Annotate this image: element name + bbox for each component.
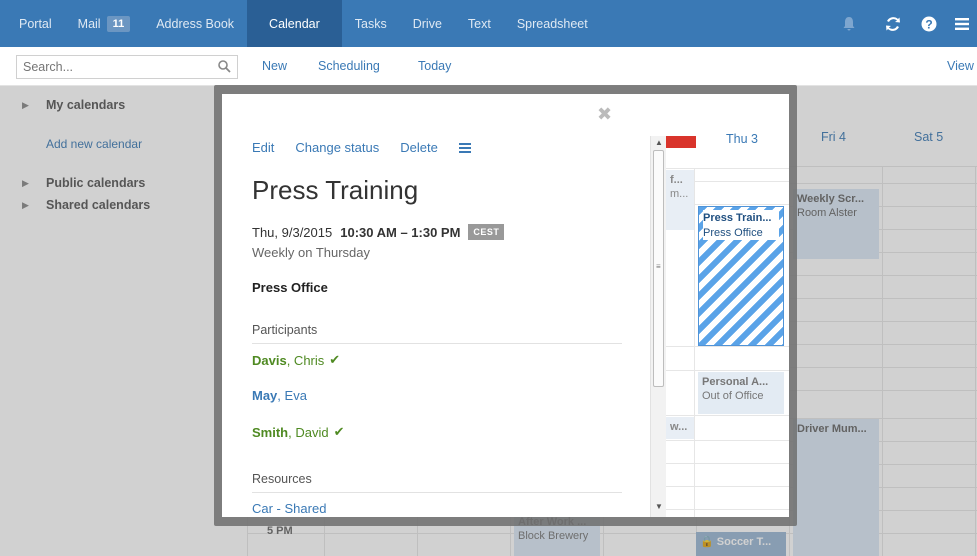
change-status-button[interactable]: Change status: [295, 140, 379, 155]
scroll-up-icon[interactable]: ▲: [655, 138, 663, 147]
participant-first-name: , Eva: [277, 388, 307, 403]
participant-last-name: Smith: [252, 424, 289, 440]
nav-spreadsheet[interactable]: Spreadsheet: [504, 0, 601, 47]
event-datetime: Thu, 9/3/2015 10:30 AM – 1:30 PM CEST: [252, 224, 505, 240]
view-button[interactable]: View: [947, 59, 974, 73]
nav-drive[interactable]: Drive: [400, 0, 455, 47]
event-title: Personal A...: [702, 376, 769, 388]
bell-icon[interactable]: [823, 0, 875, 47]
event-popup-frame: Thu 3 f... m... w... Press Train... Pres…: [214, 85, 797, 526]
top-right-icons: ?: [823, 0, 977, 47]
help-icon[interactable]: ?: [911, 0, 947, 47]
nav-text[interactable]: Text: [455, 0, 504, 47]
nav-mail[interactable]: Mail 11: [65, 0, 144, 47]
search-input[interactable]: [17, 56, 207, 78]
resource-link[interactable]: Car - Shared: [252, 501, 326, 516]
scheduling-button[interactable]: Scheduling: [318, 59, 380, 73]
nav-spreadsheet-label: Spreadsheet: [516, 16, 588, 31]
grid-divider: [694, 168, 695, 517]
grid-divider: [666, 509, 789, 510]
event-popup-inner: Thu 3 f... m... w... Press Train... Pres…: [222, 94, 789, 517]
grid-divider: [666, 370, 789, 371]
visible-calendar-strip: Thu 3 f... m... w... Press Train... Pres…: [666, 94, 789, 517]
nav-drive-label: Drive: [412, 16, 442, 31]
svg-text:?: ?: [925, 17, 932, 31]
participant-last-name: May: [252, 388, 278, 403]
selected-calendar-event[interactable]: Press Train... Press Office: [698, 206, 784, 346]
grid-divider: [666, 168, 789, 169]
event-subtitle: Out of Office: [702, 390, 764, 402]
event-time: 10:30 AM – 1:30 PM: [340, 224, 461, 240]
event-date: Thu, 9/3/2015: [252, 224, 333, 240]
mail-unread-badge: 11: [106, 15, 131, 32]
event-location: Press Office: [252, 280, 328, 295]
grid-divider: [666, 440, 789, 441]
participant[interactable]: Smith, David ✔: [252, 424, 345, 440]
menu-icon[interactable]: [947, 0, 977, 47]
timezone-badge: CEST: [468, 224, 505, 240]
grid-divider: [666, 346, 789, 347]
nav-portal-label: Portal: [19, 16, 52, 31]
participant-first-name: , David: [288, 424, 329, 440]
top-navigation-bar: Portal Mail 11 Address Book Calendar Task…: [0, 0, 977, 47]
participants-heading: Participants: [252, 323, 622, 344]
nav-calendar[interactable]: Calendar: [247, 0, 342, 47]
close-icon[interactable]: ✖: [597, 104, 612, 125]
event-subtitle: Press Office: [703, 226, 779, 240]
today-button[interactable]: Today: [418, 59, 451, 73]
calendar-event[interactable]: w...: [666, 417, 694, 439]
resources-heading: Resources: [252, 472, 622, 493]
nav-address-book[interactable]: Address Book: [143, 0, 247, 47]
participant[interactable]: Davis, Chris ✔: [252, 352, 340, 368]
nav-tasks[interactable]: Tasks: [342, 0, 400, 47]
popup-actions: Edit Change status Delete: [252, 140, 492, 155]
nav-tasks-label: Tasks: [354, 16, 387, 31]
event-title: w...: [670, 421, 688, 433]
popup-pointer-arrow: [666, 258, 686, 298]
nav-address-book-label: Address Book: [156, 16, 235, 31]
edit-button[interactable]: Edit: [252, 140, 274, 155]
participant-first-name: , Chris: [286, 352, 325, 368]
participant[interactable]: May, Eva: [252, 388, 307, 403]
accepted-check-icon: ✔: [329, 352, 341, 367]
event-title: f...: [670, 174, 683, 186]
new-button[interactable]: New: [262, 59, 287, 73]
calendar-toolbar: New Scheduling Today View: [0, 47, 977, 86]
search-box: [16, 55, 238, 79]
grid-divider: [666, 486, 789, 487]
event-recurrence: Weekly on Thursday: [252, 245, 371, 260]
refresh-icon[interactable]: [875, 0, 911, 47]
participant-last-name: Davis: [252, 352, 287, 368]
popup-scrollbar[interactable]: ▲ ≡ ▼: [650, 136, 666, 517]
delete-button[interactable]: Delete: [400, 140, 438, 155]
search-icon[interactable]: [218, 60, 231, 76]
more-actions-icon[interactable]: [458, 142, 471, 153]
scroll-down-icon[interactable]: ▼: [655, 502, 663, 511]
grid-divider: [666, 463, 789, 464]
nav-calendar-label: Calendar: [269, 16, 320, 31]
nav-text-label: Text: [467, 16, 491, 31]
event-subtitle: m...: [670, 188, 689, 200]
day-header-thu[interactable]: Thu 3: [726, 132, 758, 146]
grip-icon: ≡: [656, 262, 661, 271]
accepted-check-icon: ✔: [333, 424, 345, 439]
nav-portal[interactable]: Portal: [6, 0, 65, 47]
calendar-event[interactable]: Personal A... Out of Office: [698, 372, 784, 414]
scrollbar-thumb[interactable]: ≡: [653, 150, 664, 387]
event-detail-popup: ✖ Edit Change status Delete Press Traini…: [222, 94, 666, 517]
event-title: Press Train...: [703, 210, 779, 226]
calendar-event[interactable]: f... m...: [666, 170, 694, 230]
grid-divider: [666, 415, 789, 416]
event-marker: [666, 136, 696, 148]
nav-mail-label: Mail: [77, 16, 101, 31]
event-title: Press Training: [252, 175, 419, 205]
